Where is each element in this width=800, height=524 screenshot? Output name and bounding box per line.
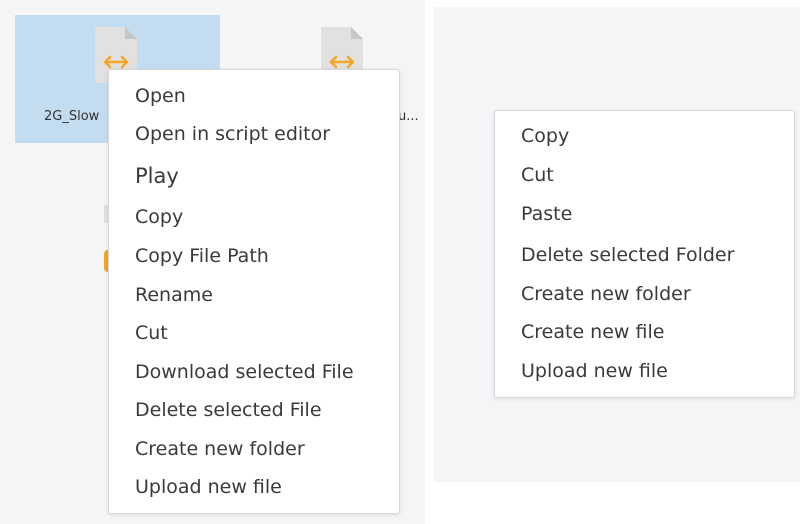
menu-item-rename[interactable]: Rename <box>135 283 399 307</box>
menu-item-delete-selected-folder[interactable]: Delete selected Folder <box>521 243 794 267</box>
file-name-label: u... <box>398 109 419 124</box>
menu-item-paste[interactable]: Paste <box>521 202 794 226</box>
menu-item-open[interactable]: Open <box>135 84 399 108</box>
menu-item-download-selected-file[interactable]: Download selected File <box>135 360 399 384</box>
menu-item-create-new-folder[interactable]: Create new folder <box>135 437 399 461</box>
menu-item-cut[interactable]: Cut <box>521 163 794 187</box>
folder-context-menu: Copy Cut Paste Delete selected Folder Cr… <box>494 110 795 398</box>
file-name-label: 2G_Slow <box>44 109 100 124</box>
menu-item-create-new-folder[interactable]: Create new folder <box>521 282 794 306</box>
file-context-menu: Open Open in script editor Play Copy Cop… <box>108 69 400 514</box>
menu-item-upload-new-file[interactable]: Upload new file <box>135 475 399 499</box>
menu-item-play[interactable]: Play <box>135 164 399 188</box>
menu-item-open-in-script-editor[interactable]: Open in script editor <box>135 122 399 146</box>
menu-item-create-new-file[interactable]: Create new file <box>521 320 794 344</box>
menu-item-cut[interactable]: Cut <box>135 321 399 345</box>
menu-item-copy[interactable]: Copy <box>135 205 399 229</box>
file-browser-panel-right: Copy Cut Paste Delete selected Folder Cr… <box>434 7 800 482</box>
menu-item-copy[interactable]: Copy <box>521 124 794 148</box>
file-browser-panel-left: 2G_Slow u... Open Open in script editor … <box>0 0 425 524</box>
menu-item-copy-file-path[interactable]: Copy File Path <box>135 244 399 268</box>
menu-item-upload-new-file[interactable]: Upload new file <box>521 359 794 383</box>
menu-item-delete-selected-file[interactable]: Delete selected File <box>135 398 399 422</box>
